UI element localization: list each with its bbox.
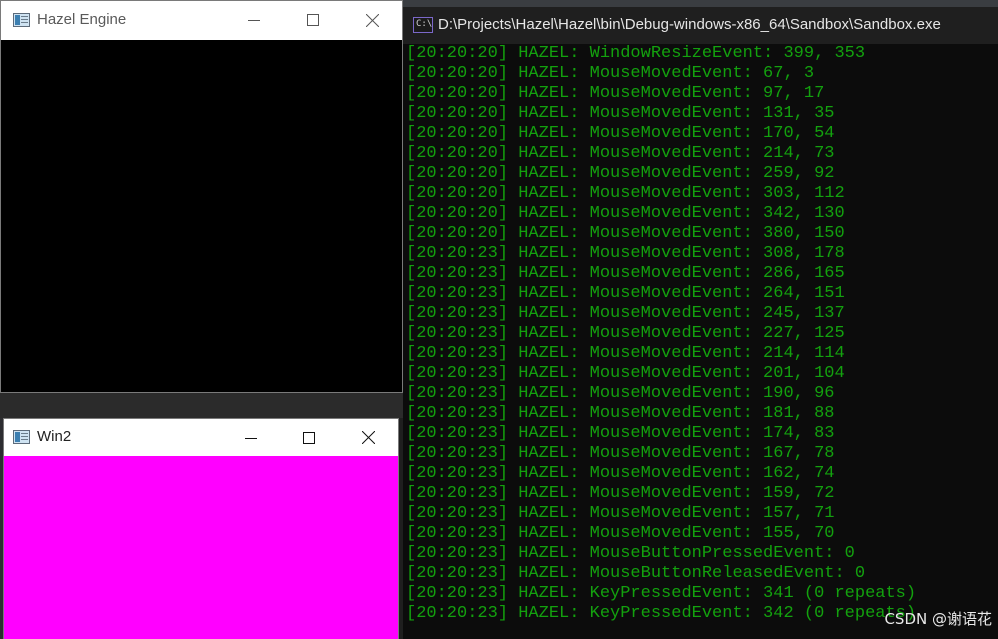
- console-log-line: [20:20:23] HAZEL: MouseMovedEvent: 227, …: [406, 324, 845, 343]
- console-log-line: [20:20:23] HAZEL: MouseMovedEvent: 286, …: [406, 264, 845, 283]
- maximize-button[interactable]: [284, 1, 342, 39]
- console-log-line: [20:20:23] HAZEL: MouseMovedEvent: 181, …: [406, 404, 835, 423]
- minimize-button[interactable]: [225, 1, 283, 39]
- minimize-icon: [245, 437, 257, 439]
- console-log-line: [20:20:23] HAZEL: MouseMovedEvent: 190, …: [406, 384, 835, 403]
- minimize-icon: [248, 20, 260, 21]
- console-log-line: [20:20:20] HAZEL: MouseMovedEvent: 303, …: [406, 184, 845, 203]
- app-window-icon: [13, 430, 30, 444]
- hazel-engine-viewport[interactable]: [1, 40, 402, 392]
- maximize-icon: [307, 14, 319, 26]
- minimize-button[interactable]: [222, 419, 280, 456]
- hazel-engine-titlebar[interactable]: Hazel Engine: [1, 1, 402, 40]
- close-icon: [361, 431, 375, 444]
- window-title: Win2: [37, 428, 72, 445]
- win2-window[interactable]: Win2: [3, 418, 399, 639]
- console-log-line: [20:20:20] HAZEL: MouseMovedEvent: 380, …: [406, 224, 845, 243]
- console-log-line: [20:20:20] HAZEL: MouseMovedEvent: 131, …: [406, 104, 835, 123]
- console-log-line: [20:20:23] HAZEL: MouseMovedEvent: 159, …: [406, 484, 835, 503]
- watermark: CSDN @谢语花: [884, 610, 992, 628]
- console-window[interactable]: C:\ D:\Projects\Hazel\Hazel\bin\Debug-wi…: [403, 7, 998, 639]
- console-log-line: [20:20:23] HAZEL: MouseMovedEvent: 157, …: [406, 504, 835, 523]
- close-icon: [365, 13, 379, 27]
- console-log-line: [20:20:20] HAZEL: MouseMovedEvent: 259, …: [406, 164, 835, 183]
- console-log-line: [20:20:20] HAZEL: MouseMovedEvent: 67, 3: [406, 64, 815, 83]
- maximize-button[interactable]: [280, 419, 338, 456]
- console-log-line: [20:20:20] HAZEL: MouseMovedEvent: 170, …: [406, 124, 835, 143]
- console-title: D:\Projects\Hazel\Hazel\bin\Debug-window…: [438, 16, 941, 33]
- console-titlebar[interactable]: C:\ D:\Projects\Hazel\Hazel\bin\Debug-wi…: [403, 7, 998, 44]
- console-log-line: [20:20:23] HAZEL: MouseMovedEvent: 201, …: [406, 364, 845, 383]
- window-title: Hazel Engine: [37, 11, 127, 28]
- app-window-icon: [13, 13, 30, 27]
- console-log-line: [20:20:20] HAZEL: MouseMovedEvent: 97, 1…: [406, 84, 825, 103]
- console-log-line: [20:20:23] HAZEL: MouseMovedEvent: 167, …: [406, 444, 835, 463]
- hazel-engine-window[interactable]: Hazel Engine: [0, 0, 403, 393]
- win2-viewport[interactable]: [4, 456, 398, 639]
- console-log-line: [20:20:20] HAZEL: MouseMovedEvent: 214, …: [406, 144, 835, 163]
- console-log-line: [20:20:23] HAZEL: MouseMovedEvent: 308, …: [406, 244, 845, 263]
- console-log-line: [20:20:23] HAZEL: MouseMovedEvent: 264, …: [406, 284, 845, 303]
- console-log-line: [20:20:23] HAZEL: MouseMovedEvent: 174, …: [406, 424, 835, 443]
- console-log-line: [20:20:23] HAZEL: MouseMovedEvent: 214, …: [406, 344, 845, 363]
- console-icon: C:\: [413, 17, 433, 33]
- close-button[interactable]: [343, 1, 401, 39]
- console-log-line: [20:20:23] HAZEL: MouseMovedEvent: 162, …: [406, 464, 835, 483]
- close-button[interactable]: [339, 419, 397, 456]
- desktop-background-gap: [0, 392, 403, 418]
- console-log-line: [20:20:23] HAZEL: MouseButtonPressedEven…: [406, 544, 855, 563]
- console-output[interactable]: [20:20:20] HAZEL: WindowResizeEvent: 399…: [406, 44, 998, 639]
- console-log-line: [20:20:23] HAZEL: KeyPressedEvent: 341 (…: [406, 584, 917, 603]
- win2-titlebar[interactable]: Win2: [4, 419, 398, 456]
- console-log-line: [20:20:20] HAZEL: WindowResizeEvent: 399…: [406, 44, 866, 63]
- console-log-line: [20:20:23] HAZEL: MouseMovedEvent: 155, …: [406, 524, 835, 543]
- maximize-icon: [303, 431, 315, 444]
- console-log-line: [20:20:23] HAZEL: MouseMovedEvent: 245, …: [406, 304, 845, 323]
- console-log-line: [20:20:20] HAZEL: MouseMovedEvent: 342, …: [406, 204, 845, 223]
- console-log-line: [20:20:23] HAZEL: MouseButtonReleasedEve…: [406, 564, 866, 583]
